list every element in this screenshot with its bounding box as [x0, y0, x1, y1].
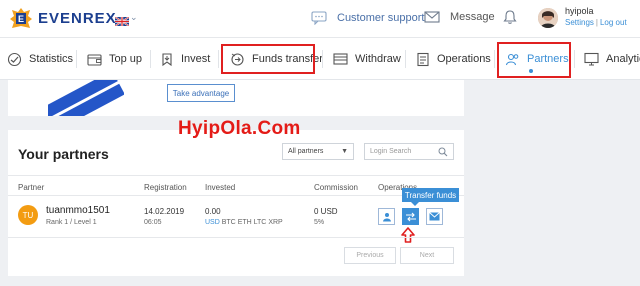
nav-item-top-up[interactable]: Top up	[87, 38, 142, 80]
table-header-divider	[8, 195, 464, 196]
nav-label: Statistics	[29, 53, 74, 65]
logout-link[interactable]: Log out	[600, 18, 627, 27]
banner-image	[48, 80, 124, 116]
search-icon	[438, 147, 448, 157]
partner-rank: Rank 1 / Level 1	[46, 219, 97, 226]
nav-divider	[150, 50, 151, 68]
column-header-commission: Commission	[314, 183, 359, 192]
promo-banner	[8, 80, 464, 116]
message-link[interactable]: Message	[424, 11, 495, 23]
column-header-invested: Invested	[205, 183, 236, 192]
highlight-partners	[497, 42, 571, 78]
message-label: Message	[450, 11, 495, 23]
search-placeholder: Login Search	[370, 148, 412, 155]
partners-filter-select[interactable]: All partners ▼	[282, 143, 354, 160]
currency-eth: ETH	[237, 219, 252, 226]
nav-label: Top up	[109, 53, 143, 65]
withdraw-icon	[333, 53, 348, 65]
user-links: Settings | Log out	[565, 18, 627, 27]
operations-icon	[417, 52, 429, 66]
nav-divider	[494, 50, 495, 68]
chevron-down-icon: ▼	[341, 148, 348, 155]
analytics-icon	[584, 52, 599, 66]
nav-divider	[405, 50, 406, 68]
user-icon	[382, 212, 391, 221]
next-page-button[interactable]: Next	[400, 247, 454, 264]
logo-emblem-icon: E	[8, 6, 34, 30]
envelope-icon	[424, 11, 440, 23]
transfer-icon	[405, 212, 416, 221]
nav-divider	[218, 50, 219, 68]
nav-divider	[574, 50, 575, 68]
envelope-icon	[429, 212, 440, 221]
bell-icon[interactable]	[503, 9, 517, 30]
highlight-funds-transfer	[221, 44, 315, 74]
currency-ltc: LTC	[253, 219, 267, 226]
previous-page-button[interactable]: Previous	[344, 247, 396, 264]
nav-item-statistics[interactable]: Statistics	[7, 38, 73, 80]
currency-xrp: XRP	[268, 219, 283, 226]
username: hyipola	[565, 6, 594, 16]
column-header-registration: Registration	[144, 183, 187, 192]
column-header-partner: Partner	[18, 183, 45, 192]
customer-support-label: Customer support	[337, 12, 425, 24]
brand-name: EVENREX	[38, 9, 117, 27]
nav-label: Operations	[437, 53, 491, 65]
watermark-text: HyipOla.Com	[178, 118, 301, 139]
nav-item-withdraw[interactable]: Withdraw	[333, 38, 401, 80]
nav-item-invest[interactable]: Invest	[160, 38, 210, 80]
svg-text:E: E	[18, 14, 24, 24]
nav-item-operations[interactable]: Operations	[416, 38, 491, 80]
nav-divider	[322, 50, 323, 68]
registration-date: 14.02.2019	[144, 207, 185, 216]
settings-link[interactable]: Settings	[565, 18, 594, 27]
currency-btc: BTC	[221, 219, 236, 226]
wallet-icon	[87, 53, 102, 66]
chat-icon	[311, 11, 327, 25]
nav-label: Invest	[181, 53, 211, 65]
commission-amount: 0 USD	[314, 207, 338, 216]
nav-divider	[76, 50, 77, 68]
filter-value: All partners	[288, 148, 324, 155]
partner-login: tuanmmo1501	[46, 205, 110, 216]
invested-amount: 0.00	[205, 207, 221, 216]
partner-profile-button[interactable]	[378, 208, 395, 225]
registration-time: 06:05	[144, 219, 162, 226]
table-bottom-divider	[8, 237, 464, 238]
invest-icon	[162, 52, 172, 66]
take-advantage-button[interactable]: Take advantage	[167, 84, 235, 102]
nav-label: Withdraw	[355, 53, 401, 65]
partner-avatar: TU	[18, 205, 38, 225]
partners-title: Your partners	[18, 146, 109, 162]
currency-usd: USD	[205, 219, 220, 226]
user-avatar[interactable]	[538, 8, 558, 28]
nav-item-analytics[interactable]: Analytics	[584, 38, 640, 80]
transfer-funds-tooltip: Transfer funds	[402, 188, 459, 206]
message-partner-button[interactable]	[426, 208, 443, 225]
brand-logo[interactable]: E EVENREX	[8, 6, 117, 30]
commission-percent: 5%	[314, 219, 325, 226]
customer-support-link[interactable]: Customer support	[311, 11, 424, 25]
language-chevron-down-icon[interactable]: ⌄	[130, 12, 138, 23]
nav-label: Analytics	[606, 53, 640, 65]
login-search-input[interactable]: Login Search	[364, 143, 454, 160]
table-top-divider	[8, 175, 464, 176]
link-separator: |	[595, 18, 598, 27]
transfer-funds-button[interactable]	[402, 208, 419, 225]
statistics-icon	[7, 52, 22, 66]
uk-flag-icon[interactable]	[114, 13, 130, 27]
invested-currencies: USD BTC ETH LTC XRP	[205, 219, 283, 226]
top-header: E EVENREX ⌄ Customer support Message hyi…	[0, 0, 640, 38]
